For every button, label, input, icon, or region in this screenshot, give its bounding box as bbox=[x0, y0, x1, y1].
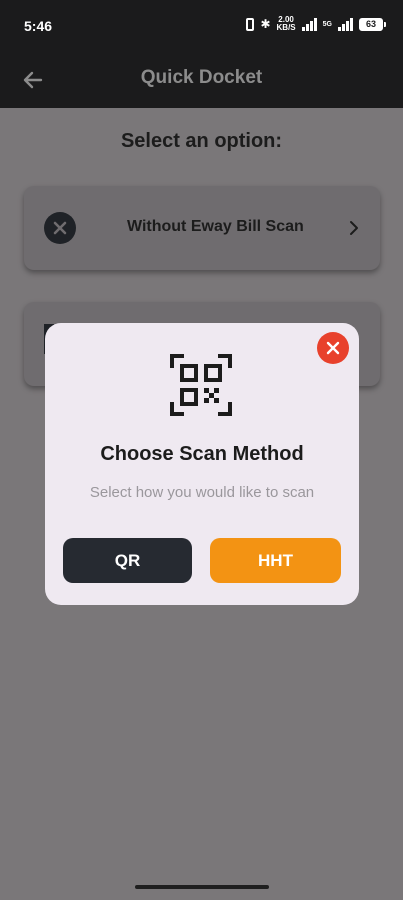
battery-icon: 63 bbox=[359, 17, 386, 31]
vibrate-icon bbox=[246, 17, 255, 31]
x-circle-icon bbox=[44, 212, 76, 244]
dialog-subtitle: Select how you would like to scan bbox=[89, 484, 315, 501]
page-title: Quick Docket bbox=[140, 67, 263, 88]
option-without-eway-bill-scan[interactable]: Without Eway Bill Scan bbox=[24, 186, 380, 270]
network-speed: 2.00 KB/S bbox=[277, 16, 296, 32]
signal-icon-2 bbox=[338, 17, 353, 31]
signal-label: 5G bbox=[322, 20, 332, 28]
qr-scan-icon bbox=[170, 354, 232, 416]
status-icons: ✱ 2.00 KB/S 5G 63 bbox=[246, 16, 386, 32]
status-time: 5:46 bbox=[24, 18, 53, 34]
hht-button[interactable]: HHT bbox=[210, 538, 341, 583]
status-bar: 5:46 ✱ 2.00 KB/S 5G 63 bbox=[0, 0, 403, 52]
close-icon bbox=[326, 341, 340, 355]
close-button[interactable] bbox=[317, 332, 349, 364]
app-bar: Quick Docket bbox=[0, 52, 403, 108]
option-label: Without Eway Bill Scan bbox=[127, 218, 304, 235]
chevron-right-icon bbox=[348, 219, 360, 237]
scan-method-dialog: Choose Scan Method Select how you would … bbox=[45, 323, 359, 605]
bluetooth-icon: ✱ bbox=[260, 17, 271, 31]
network-speed-unit: KB/S bbox=[276, 23, 296, 32]
dialog-title: Choose Scan Method bbox=[100, 443, 304, 465]
navigation-handle[interactable] bbox=[135, 885, 269, 889]
qr-button[interactable]: QR bbox=[63, 538, 192, 583]
signal-icon bbox=[301, 17, 317, 31]
select-option-heading: Select an option: bbox=[120, 130, 283, 152]
